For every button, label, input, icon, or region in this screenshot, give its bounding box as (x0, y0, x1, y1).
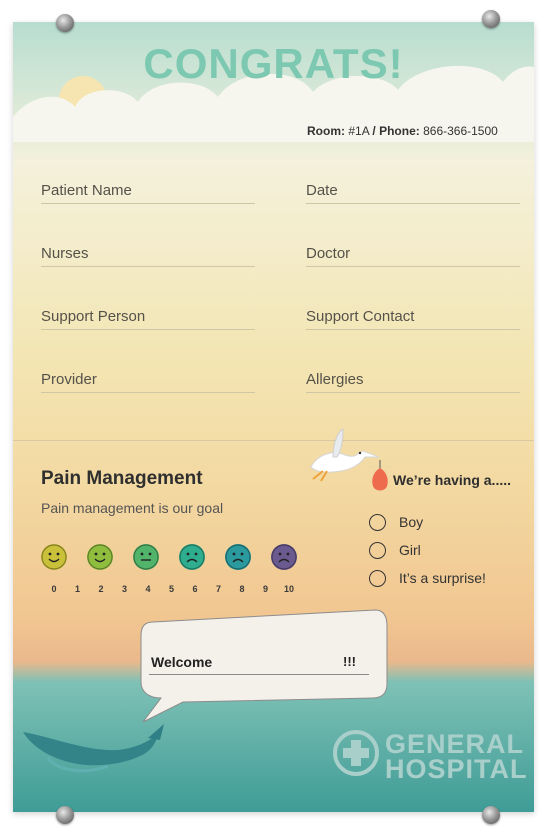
pain-management-title: Pain Management (41, 468, 203, 489)
welcome-name-line[interactable] (149, 674, 369, 675)
whale-icon (23, 724, 164, 773)
welcome-label: Welcome (151, 654, 213, 670)
were-having-title: We’re having a..... (393, 472, 512, 488)
smiley-face-icon[interactable] (41, 544, 67, 570)
pain-scale-number: 9 (262, 584, 268, 594)
field-date[interactable]: Date (306, 182, 520, 204)
screw-bottom-right (482, 806, 500, 824)
hospital-cross-icon (333, 730, 379, 776)
field-doctor[interactable]: Doctor (306, 245, 520, 267)
welcome-suffix: !!! (343, 654, 356, 669)
room-phone-info: Room: #1A / Phone: 866-366-1500 (307, 124, 498, 138)
pain-scale-number: 6 (192, 584, 198, 594)
field-provider[interactable]: Provider (41, 371, 255, 393)
pain-management-subtitle: Pain management is our goal (41, 500, 224, 516)
pain-scale-number: 3 (121, 584, 127, 594)
field-allergies[interactable]: Allergies (306, 371, 520, 393)
screw-bottom-left (56, 806, 74, 824)
page-title: CONGRATS! (143, 40, 404, 87)
pain-scale-number: 8 (239, 584, 245, 594)
pain-scale-number: 0 (51, 584, 57, 594)
radio-boy[interactable] (369, 514, 386, 531)
pain-scale-number: 4 (145, 584, 151, 594)
pain-scale-number: 5 (168, 584, 174, 594)
field-support-person[interactable]: Support Person (41, 308, 255, 330)
smiley-face-icon[interactable] (133, 544, 159, 570)
congrats-board: CONGRATS! Room: #1A / Phone: 866-366-150… (13, 22, 534, 812)
screw-top-left (56, 14, 74, 32)
field-nurses[interactable]: Nurses (41, 245, 255, 267)
radio-girl[interactable] (369, 542, 386, 559)
radio-surprise[interactable] (369, 570, 386, 587)
pain-scale-number: 7 (215, 584, 221, 594)
smiley-face-icon[interactable] (225, 544, 251, 570)
pain-scale-number: 1 (74, 584, 80, 594)
smiley-face-icon[interactable] (271, 544, 297, 570)
screw-top-right (482, 10, 500, 28)
pain-scale-number: 2 (98, 584, 104, 594)
hospital-name: GENERAL HOSPITAL (385, 729, 528, 784)
smiley-face-icon[interactable] (179, 544, 205, 570)
baby-bundle-icon (372, 460, 388, 491)
pain-scale-number: 10 (283, 584, 294, 594)
smiley-face-icon[interactable] (87, 544, 113, 570)
field-patient-name[interactable]: Patient Name (41, 182, 255, 204)
field-support-contact[interactable]: Support Contact (306, 308, 520, 330)
section-divider (13, 440, 534, 441)
